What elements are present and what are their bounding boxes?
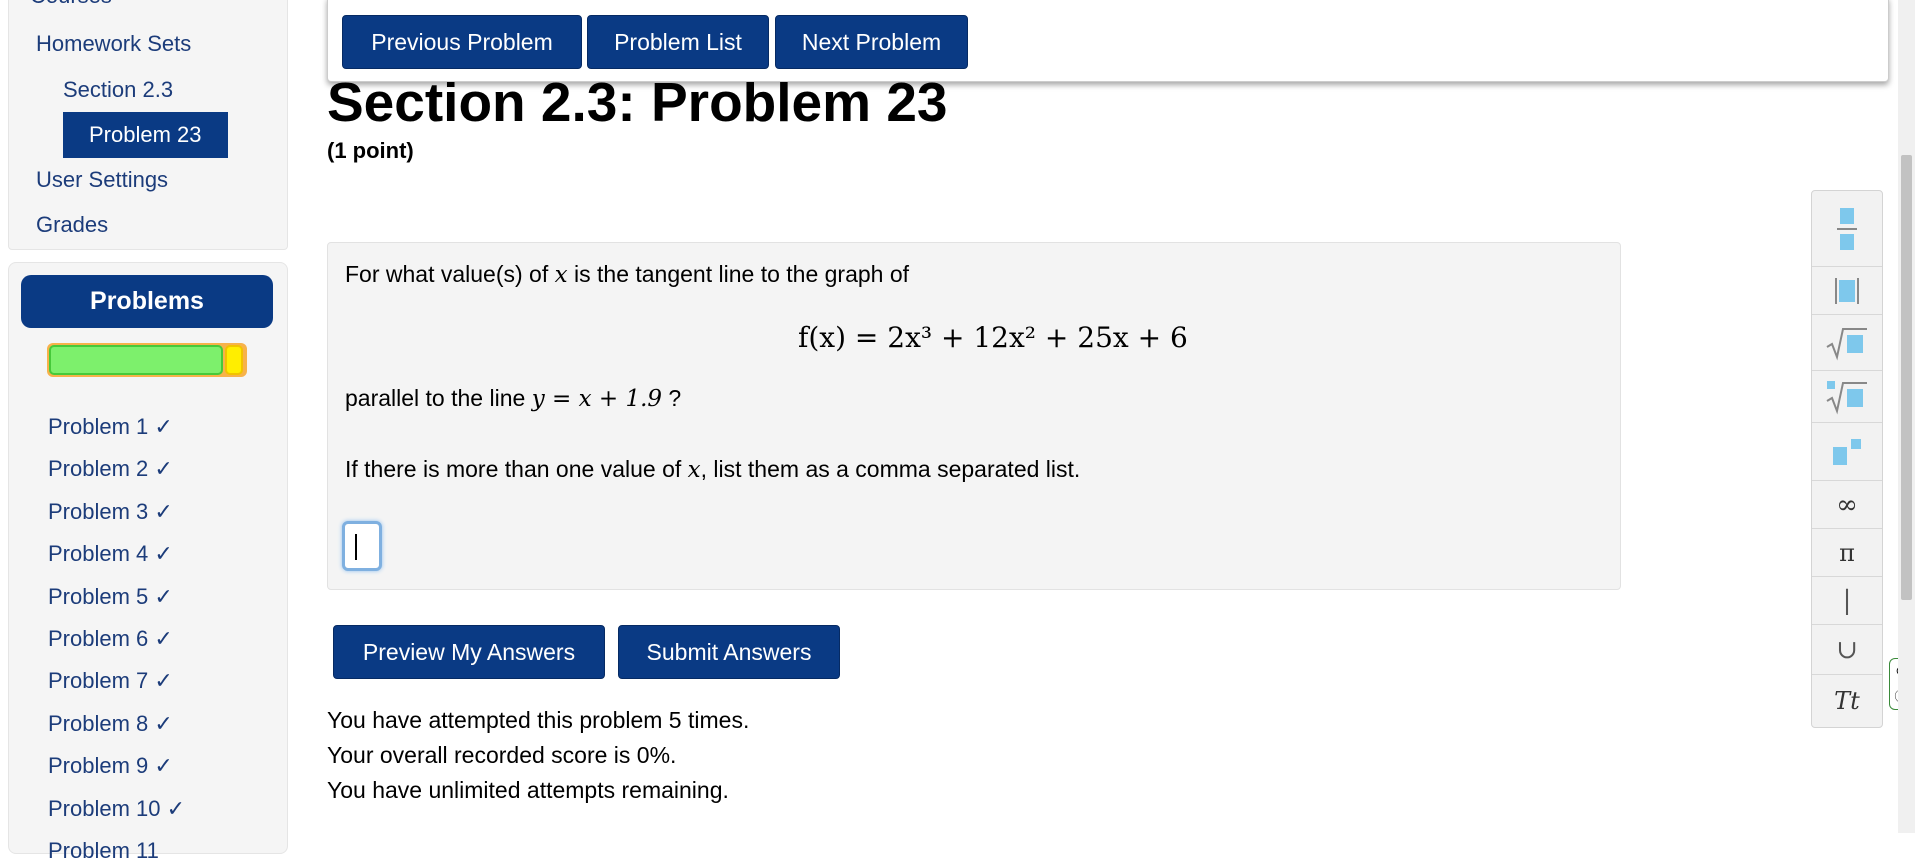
- problems-header: Problems: [21, 275, 273, 328]
- problem-nav-bar: Previous Problem Problem List Next Probl…: [327, 0, 1889, 82]
- instruction-text-before: If there is more than one value of: [345, 456, 688, 482]
- remaining-status: You have unlimited attempts remaining.: [327, 777, 729, 803]
- answer-input[interactable]: [342, 521, 382, 571]
- progress-bar: [47, 343, 247, 377]
- exponent-icon[interactable]: [1812, 423, 1882, 481]
- problem-parallel-line: parallel to the line y = x + 1.9 ?: [345, 385, 681, 412]
- problem-list-button[interactable]: Problem List: [587, 15, 769, 69]
- submit-answers-button[interactable]: Submit Answers: [618, 625, 840, 679]
- problem-list-item[interactable]: Problem 11: [48, 838, 159, 864]
- next-problem-button[interactable]: Next Problem: [775, 15, 968, 69]
- preview-answers-button[interactable]: Preview My Answers: [333, 625, 605, 679]
- progress-correct-fill: [49, 345, 223, 375]
- problem-box: For what value(s) of x is the tangent li…: [327, 242, 1621, 590]
- problems-panel: Problems Problem 1 ✓ Problem 2 ✓ Problem 3…: [8, 262, 288, 863]
- nav-courses-link[interactable]: Courses: [30, 0, 112, 9]
- problem-list-item[interactable]: Problem 6 ✓: [48, 626, 173, 652]
- nav-user-settings-link[interactable]: User Settings: [36, 167, 168, 193]
- pi-icon[interactable]: π: [1812, 529, 1882, 577]
- problem-list-item[interactable]: Problem 5 ✓: [48, 584, 173, 610]
- problem-list-item[interactable]: Problem 2 ✓: [48, 456, 173, 482]
- score-status: Your overall recorded score is 0%.: [327, 742, 677, 768]
- attempts-status: You have attempted this problem 5 times.: [327, 707, 750, 733]
- nav-section-link[interactable]: Section 2.3: [63, 77, 173, 103]
- absolute-value-icon[interactable]: [1812, 267, 1882, 315]
- problem-list-item[interactable]: Problem 7 ✓: [48, 668, 173, 694]
- problem-question-line: For what value(s) of x is the tangent li…: [345, 261, 909, 288]
- nav-homework-sets-link[interactable]: Homework Sets: [36, 31, 191, 57]
- progress-partial-fill: [225, 345, 243, 375]
- previous-problem-button[interactable]: Previous Problem: [342, 15, 582, 69]
- math-variable-x-2: x: [687, 457, 701, 483]
- instruction-text-after: , list them as a comma separated list.: [700, 456, 1081, 482]
- square-root-icon[interactable]: [1812, 315, 1882, 371]
- vertical-bar-icon[interactable]: |: [1812, 577, 1882, 625]
- line-equation: y = x + 1.9: [531, 386, 663, 412]
- problem-list-item[interactable]: Problem 3 ✓: [48, 499, 173, 525]
- parallel-text-before: parallel to the line: [345, 385, 532, 411]
- problem-list-item[interactable]: Problem 1 ✓: [48, 414, 173, 440]
- function-equation: f(x) = 2x³ + 12x² + 25x + 6: [798, 321, 1188, 354]
- problem-instructions: If there is more than one value of x, li…: [345, 456, 1080, 483]
- fraction-icon[interactable]: [1812, 191, 1882, 267]
- scrollbar-thumb[interactable]: [1901, 155, 1912, 600]
- math-toolbar: ∞ π | ∪ Tt: [1811, 190, 1883, 728]
- point-value: (1 point): [327, 138, 414, 163]
- problem-list-item[interactable]: Problem 9 ✓: [48, 753, 173, 779]
- nav-grades-link[interactable]: Grades: [36, 212, 108, 238]
- union-icon[interactable]: ∪: [1812, 625, 1882, 675]
- problem-list-item[interactable]: Problem 10 ✓: [48, 796, 185, 822]
- nav-active-problem-link[interactable]: Problem 23: [63, 112, 228, 158]
- text-mode-icon[interactable]: Tt: [1812, 675, 1882, 727]
- question-text-after: is the tangent line to the graph of: [567, 261, 910, 287]
- sidebar-nav: Courses Homework Sets Section 2.3 Proble…: [8, 0, 288, 250]
- nth-root-icon[interactable]: [1812, 371, 1882, 423]
- problem-list-item[interactable]: Problem 8 ✓: [48, 711, 173, 737]
- infinity-icon[interactable]: ∞: [1812, 481, 1882, 529]
- parallel-text-after: ?: [662, 385, 682, 411]
- page-scrollbar[interactable]: [1898, 0, 1915, 833]
- text-caret: [355, 534, 357, 560]
- question-text-before: For what value(s) of: [345, 261, 555, 287]
- problem-list-item[interactable]: Problem 4 ✓: [48, 541, 173, 567]
- math-variable-x: x: [554, 262, 568, 288]
